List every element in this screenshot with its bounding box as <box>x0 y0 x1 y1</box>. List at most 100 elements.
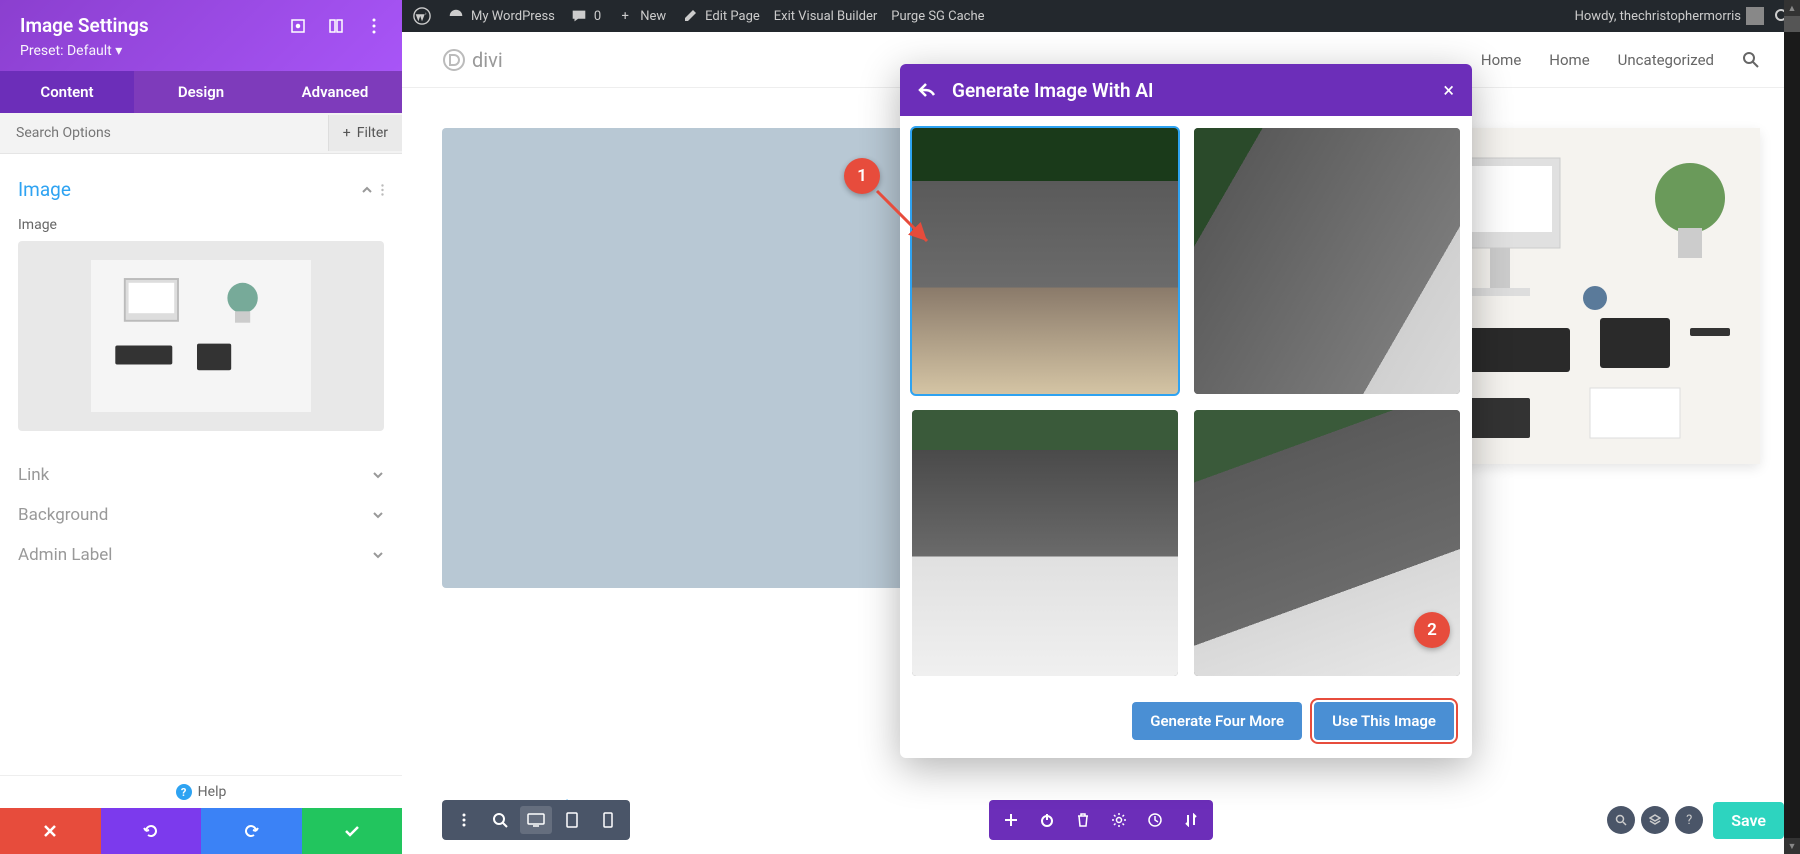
mobile-view-icon[interactable] <box>592 806 624 834</box>
history-icon[interactable] <box>1139 806 1171 834</box>
help-label: Help <box>198 784 227 800</box>
generate-more-button[interactable]: Generate Four More <box>1132 702 1302 740</box>
annotation-badge-1: 1 <box>844 158 880 194</box>
wp-admin-bar: My WordPress 0 + New Edit Page Exit Visua… <box>402 0 1800 32</box>
section-background-header[interactable]: Background <box>18 495 384 535</box>
scroll-thumb[interactable] <box>1784 16 1800 32</box>
panel-body: Image Image Link <box>0 154 402 775</box>
preset-dropdown[interactable]: Preset: Default ▾ <box>20 43 382 59</box>
section-admin-label-title: Admin Label <box>18 545 112 565</box>
more-icon[interactable] <box>366 18 382 34</box>
scroll-down-icon[interactable]: ▼ <box>1784 838 1800 854</box>
wp-howdy[interactable]: Howdy, thechristophermorris <box>1575 7 1764 25</box>
logo-text: divi <box>472 48 503 72</box>
plus-icon: + <box>343 125 351 141</box>
cancel-button[interactable] <box>0 808 101 854</box>
wp-comments[interactable]: 0 <box>569 6 601 26</box>
redo-button[interactable] <box>201 808 302 854</box>
section-image-header[interactable]: Image <box>18 168 384 211</box>
nav-home-1[interactable]: Home <box>1481 51 1521 69</box>
nav-uncategorized[interactable]: Uncategorized <box>1618 51 1714 69</box>
sort-icon[interactable] <box>1175 806 1207 834</box>
more-icon[interactable] <box>448 806 480 834</box>
bottom-actions <box>0 808 402 854</box>
outer-scrollbar[interactable]: ▲ ▼ <box>1784 0 1800 854</box>
settings-header: Image Settings Preset: Default ▾ <box>0 0 402 71</box>
tab-content[interactable]: Content <box>0 71 134 113</box>
more-icon[interactable] <box>381 184 384 196</box>
expand-icon[interactable] <box>290 18 306 34</box>
avatar <box>1746 7 1764 25</box>
tablet-view-icon[interactable] <box>556 806 588 834</box>
divi-logo[interactable]: divi <box>442 48 503 72</box>
wp-dashboard[interactable]: My WordPress <box>446 6 555 26</box>
search-circle-icon[interactable] <box>1607 806 1635 834</box>
pencil-icon <box>680 6 700 26</box>
annotation-arrow-1 <box>872 186 942 256</box>
chevron-down-icon <box>372 469 384 481</box>
undo-button[interactable] <box>101 808 202 854</box>
wp-comment-count: 0 <box>594 9 601 24</box>
wp-logo[interactable] <box>412 6 432 26</box>
main-canvas: My WordPress 0 + New Edit Page Exit Visua… <box>402 0 1800 854</box>
trash-icon[interactable] <box>1067 806 1099 834</box>
filter-button[interactable]: + Filter <box>328 115 402 151</box>
help-circle-icon[interactable]: ? <box>1675 806 1703 834</box>
settings-tabs: Content Design Advanced <box>0 71 402 113</box>
desktop-view-icon[interactable] <box>520 806 552 834</box>
help-row[interactable]: ? Help <box>0 775 402 808</box>
section-image-title: Image <box>18 178 71 201</box>
wp-howdy-text: Howdy, thechristophermorris <box>1575 9 1741 24</box>
comment-icon <box>569 6 589 26</box>
generated-image-grid <box>912 128 1460 676</box>
search-row: + Filter <box>0 113 402 154</box>
wp-new-label: New <box>640 9 666 24</box>
generated-image-3[interactable] <box>912 410 1178 676</box>
ai-generate-modal: Generate Image With AI × Generate Four M… <box>900 64 1472 758</box>
tab-design[interactable]: Design <box>134 71 268 113</box>
section-admin-label-header[interactable]: Admin Label <box>18 535 384 575</box>
image-preview[interactable] <box>18 241 384 431</box>
gauge-icon <box>446 6 466 26</box>
zoom-icon[interactable] <box>484 806 516 834</box>
annotation-badge-2: 2 <box>1414 612 1450 648</box>
tab-advanced[interactable]: Advanced <box>268 71 402 113</box>
modal-body <box>900 116 1472 688</box>
back-icon[interactable] <box>918 82 938 98</box>
builder-bottom-toolbar: ? Save <box>402 800 1800 840</box>
save-button[interactable]: Save <box>1713 802 1784 839</box>
wp-edit-label: Edit Page <box>705 9 760 24</box>
help-icon: ? <box>176 784 192 800</box>
wp-purge-cache[interactable]: Purge SG Cache <box>891 9 984 24</box>
modal-header: Generate Image With AI × <box>900 64 1472 116</box>
confirm-button[interactable] <box>302 808 403 854</box>
wp-site-name: My WordPress <box>471 9 555 24</box>
chevron-down-icon: ▾ <box>115 43 122 59</box>
chevron-down-icon <box>372 509 384 521</box>
generated-image-2[interactable] <box>1194 128 1460 394</box>
settings-title: Image Settings <box>20 14 149 37</box>
generated-image-1[interactable] <box>912 128 1178 394</box>
gear-icon[interactable] <box>1103 806 1135 834</box>
power-icon[interactable] <box>1031 806 1063 834</box>
toolbar-group-center <box>989 800 1213 840</box>
use-this-image-button[interactable]: Use This Image <box>1314 702 1454 740</box>
desk-scene-thumbnail <box>91 260 311 412</box>
section-link-header[interactable]: Link <box>18 455 384 495</box>
layers-icon[interactable] <box>1641 806 1669 834</box>
nav-home-2[interactable]: Home <box>1549 51 1589 69</box>
columns-icon[interactable] <box>328 18 344 34</box>
scroll-up-icon[interactable]: ▲ <box>1784 0 1800 16</box>
close-icon[interactable]: × <box>1443 78 1454 102</box>
plus-icon: + <box>615 6 635 26</box>
wp-new[interactable]: + New <box>615 6 666 26</box>
search-input[interactable] <box>0 113 328 153</box>
wp-exit-builder[interactable]: Exit Visual Builder <box>774 9 877 24</box>
modal-title: Generate Image With AI <box>952 79 1429 102</box>
add-icon[interactable] <box>995 806 1027 834</box>
wordpress-icon <box>412 6 432 26</box>
search-icon[interactable] <box>1742 51 1760 69</box>
filter-label: Filter <box>357 125 388 141</box>
toolbar-right-icons: ? <box>1607 806 1703 834</box>
wp-edit-page[interactable]: Edit Page <box>680 6 760 26</box>
